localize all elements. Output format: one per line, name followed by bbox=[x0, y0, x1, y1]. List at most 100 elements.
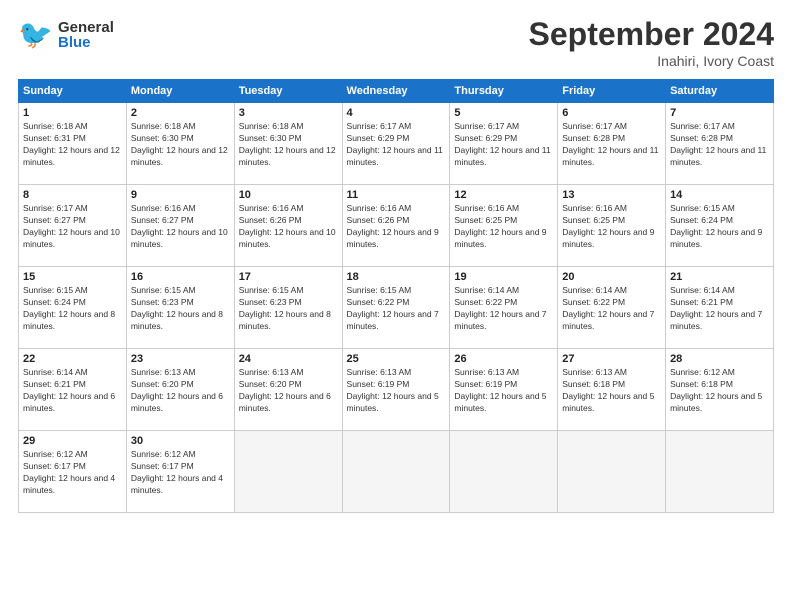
calendar-cell: 24 Sunrise: 6:13 AMSunset: 6:20 PMDayligh… bbox=[234, 349, 342, 431]
day-info: Sunrise: 6:14 AMSunset: 6:21 PMDaylight:… bbox=[670, 285, 769, 333]
calendar-header-wednesday: Wednesday bbox=[342, 80, 450, 103]
day-info: Sunrise: 6:13 AMSunset: 6:20 PMDaylight:… bbox=[131, 367, 230, 415]
day-number: 14 bbox=[670, 189, 769, 201]
day-number: 11 bbox=[347, 189, 446, 201]
day-number: 7 bbox=[670, 107, 769, 119]
day-number: 3 bbox=[239, 107, 338, 119]
calendar-cell: 10 Sunrise: 6:16 AMSunset: 6:26 PMDayligh… bbox=[234, 185, 342, 267]
calendar-cell: 27 Sunrise: 6:13 AMSunset: 6:18 PMDayligh… bbox=[558, 349, 666, 431]
day-number: 9 bbox=[131, 189, 230, 201]
day-info: Sunrise: 6:12 AMSunset: 6:17 PMDaylight:… bbox=[131, 449, 230, 497]
logo-general: General bbox=[58, 20, 114, 35]
calendar-week-row: 8Sunrise: 6:17 AMSunset: 6:27 PMDaylight… bbox=[19, 185, 774, 267]
day-number: 1 bbox=[23, 107, 122, 119]
day-number: 24 bbox=[239, 353, 338, 365]
title-area: September 2024 Inahiri, Ivory Coast bbox=[529, 16, 774, 69]
day-info: Sunrise: 6:18 AMSunset: 6:30 PMDaylight:… bbox=[239, 121, 338, 169]
day-info: Sunrise: 6:16 AMSunset: 6:26 PMDaylight:… bbox=[347, 203, 446, 251]
calendar-page: 🐦 General Blue September 2024 Inahiri, I… bbox=[0, 0, 792, 612]
calendar-cell: 3 Sunrise: 6:18 AMSunset: 6:30 PMDaylight… bbox=[234, 103, 342, 185]
day-info: Sunrise: 6:15 AMSunset: 6:24 PMDaylight:… bbox=[23, 285, 122, 333]
calendar-cell: 6Sunrise: 6:17 AMSunset: 6:28 PMDaylight… bbox=[558, 103, 666, 185]
calendar-cell: 25Sunrise: 6:13 AMSunset: 6:19 PMDayligh… bbox=[342, 349, 450, 431]
calendar-cell: 4Sunrise: 6:17 AMSunset: 6:29 PMDaylight… bbox=[342, 103, 450, 185]
day-number: 19 bbox=[454, 271, 553, 283]
day-number: 2 bbox=[131, 107, 230, 119]
day-info: Sunrise: 6:15 AMSunset: 6:24 PMDaylight:… bbox=[670, 203, 769, 251]
calendar-table: SundayMondayTuesdayWednesdayThursdayFrid… bbox=[18, 79, 774, 513]
day-info: Sunrise: 6:18 AMSunset: 6:31 PMDaylight:… bbox=[23, 121, 122, 169]
logo: 🐦 General Blue bbox=[18, 16, 114, 54]
day-number: 26 bbox=[454, 353, 553, 365]
calendar-header-sunday: Sunday bbox=[19, 80, 127, 103]
calendar-cell bbox=[234, 431, 342, 513]
day-info: Sunrise: 6:17 AMSunset: 6:28 PMDaylight:… bbox=[670, 121, 769, 169]
calendar-header-thursday: Thursday bbox=[450, 80, 558, 103]
day-info: Sunrise: 6:13 AMSunset: 6:20 PMDaylight:… bbox=[239, 367, 338, 415]
day-info: Sunrise: 6:18 AMSunset: 6:30 PMDaylight:… bbox=[131, 121, 230, 169]
day-number: 5 bbox=[454, 107, 553, 119]
day-number: 13 bbox=[562, 189, 661, 201]
day-number: 22 bbox=[23, 353, 122, 365]
day-info: Sunrise: 6:12 AMSunset: 6:18 PMDaylight:… bbox=[670, 367, 769, 415]
day-number: 27 bbox=[562, 353, 661, 365]
day-number: 6 bbox=[562, 107, 661, 119]
calendar-week-row: 15 Sunrise: 6:15 AMSunset: 6:24 PMDayligh… bbox=[19, 267, 774, 349]
day-number: 8 bbox=[23, 189, 122, 201]
calendar-cell: 17 Sunrise: 6:15 AMSunset: 6:23 PMDayligh… bbox=[234, 267, 342, 349]
day-info: Sunrise: 6:13 AMSunset: 6:18 PMDaylight:… bbox=[562, 367, 661, 415]
calendar-cell: 18Sunrise: 6:15 AMSunset: 6:22 PMDayligh… bbox=[342, 267, 450, 349]
day-number: 17 bbox=[239, 271, 338, 283]
calendar-cell: 16Sunrise: 6:15 AMSunset: 6:23 PMDayligh… bbox=[126, 267, 234, 349]
calendar-cell bbox=[558, 431, 666, 513]
calendar-cell: 21Sunrise: 6:14 AMSunset: 6:21 PMDayligh… bbox=[666, 267, 774, 349]
calendar-cell: 22 Sunrise: 6:14 AMSunset: 6:21 PMDayligh… bbox=[19, 349, 127, 431]
svg-text:🐦: 🐦 bbox=[18, 19, 53, 50]
day-number: 20 bbox=[562, 271, 661, 283]
calendar-cell: 15 Sunrise: 6:15 AMSunset: 6:24 PMDayligh… bbox=[19, 267, 127, 349]
day-info: Sunrise: 6:16 AMSunset: 6:27 PMDaylight:… bbox=[131, 203, 230, 251]
header: 🐦 General Blue September 2024 Inahiri, I… bbox=[18, 16, 774, 69]
day-info: Sunrise: 6:15 AMSunset: 6:23 PMDaylight:… bbox=[131, 285, 230, 333]
day-info: Sunrise: 6:17 AMSunset: 6:29 PMDaylight:… bbox=[454, 121, 553, 169]
calendar-cell: 20Sunrise: 6:14 AMSunset: 6:22 PMDayligh… bbox=[558, 267, 666, 349]
month-title: September 2024 bbox=[529, 16, 774, 53]
day-number: 30 bbox=[131, 435, 230, 447]
calendar-cell bbox=[450, 431, 558, 513]
calendar-cell: 28 Sunrise: 6:12 AMSunset: 6:18 PMDayligh… bbox=[666, 349, 774, 431]
calendar-cell: 12 Sunrise: 6:16 AMSunset: 6:25 PMDayligh… bbox=[450, 185, 558, 267]
day-info: Sunrise: 6:17 AMSunset: 6:29 PMDaylight:… bbox=[347, 121, 446, 169]
day-info: Sunrise: 6:16 AMSunset: 6:25 PMDaylight:… bbox=[562, 203, 661, 251]
calendar-cell: 14 Sunrise: 6:15 AMSunset: 6:24 PMDayligh… bbox=[666, 185, 774, 267]
calendar-header-saturday: Saturday bbox=[666, 80, 774, 103]
calendar-cell: 1 Sunrise: 6:18 AMSunset: 6:31 PMDaylight… bbox=[19, 103, 127, 185]
day-info: Sunrise: 6:14 AMSunset: 6:21 PMDaylight:… bbox=[23, 367, 122, 415]
day-info: Sunrise: 6:13 AMSunset: 6:19 PMDaylight:… bbox=[347, 367, 446, 415]
logo-icon: 🐦 bbox=[18, 16, 56, 54]
day-number: 12 bbox=[454, 189, 553, 201]
day-info: Sunrise: 6:15 AMSunset: 6:23 PMDaylight:… bbox=[239, 285, 338, 333]
calendar-week-row: 29 Sunrise: 6:12 AMSunset: 6:17 PMDayligh… bbox=[19, 431, 774, 513]
calendar-cell: 13 Sunrise: 6:16 AMSunset: 6:25 PMDayligh… bbox=[558, 185, 666, 267]
calendar-cell: 2 Sunrise: 6:18 AMSunset: 6:30 PMDaylight… bbox=[126, 103, 234, 185]
day-number: 23 bbox=[131, 353, 230, 365]
day-number: 15 bbox=[23, 271, 122, 283]
day-info: Sunrise: 6:13 AMSunset: 6:19 PMDaylight:… bbox=[454, 367, 553, 415]
day-info: Sunrise: 6:16 AMSunset: 6:25 PMDaylight:… bbox=[454, 203, 553, 251]
calendar-week-row: 1 Sunrise: 6:18 AMSunset: 6:31 PMDaylight… bbox=[19, 103, 774, 185]
day-number: 10 bbox=[239, 189, 338, 201]
day-info: Sunrise: 6:14 AMSunset: 6:22 PMDaylight:… bbox=[454, 285, 553, 333]
day-info: Sunrise: 6:12 AMSunset: 6:17 PMDaylight:… bbox=[23, 449, 122, 497]
calendar-cell: 5 Sunrise: 6:17 AMSunset: 6:29 PMDaylight… bbox=[450, 103, 558, 185]
calendar-cell: 30 Sunrise: 6:12 AMSunset: 6:17 PMDayligh… bbox=[126, 431, 234, 513]
calendar-cell: 9 Sunrise: 6:16 AMSunset: 6:27 PMDaylight… bbox=[126, 185, 234, 267]
day-number: 29 bbox=[23, 435, 122, 447]
logo-blue: Blue bbox=[58, 35, 114, 50]
calendar-cell bbox=[666, 431, 774, 513]
calendar-cell: 23 Sunrise: 6:13 AMSunset: 6:20 PMDayligh… bbox=[126, 349, 234, 431]
calendar-cell: 29 Sunrise: 6:12 AMSunset: 6:17 PMDayligh… bbox=[19, 431, 127, 513]
day-number: 18 bbox=[347, 271, 446, 283]
day-number: 28 bbox=[670, 353, 769, 365]
day-info: Sunrise: 6:16 AMSunset: 6:26 PMDaylight:… bbox=[239, 203, 338, 251]
calendar-cell: 26 Sunrise: 6:13 AMSunset: 6:19 PMDayligh… bbox=[450, 349, 558, 431]
